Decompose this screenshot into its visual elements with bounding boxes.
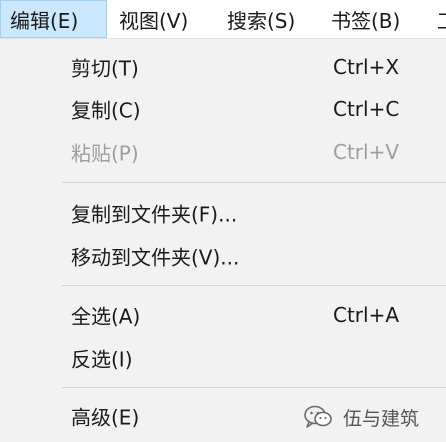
menu-separator bbox=[62, 285, 446, 286]
watermark-text: 伍与建筑 bbox=[343, 407, 420, 430]
menu-item-move-to-folder[interactable]: 移动到文件夹(V)... bbox=[0, 235, 446, 277]
menu-edit[interactable]: 编辑(E) bbox=[0, 0, 107, 38]
menu-item-label: 反选(I) bbox=[71, 347, 133, 372]
menu-view[interactable]: 视图(V) bbox=[107, 0, 215, 38]
menu-item-invert-selection[interactable]: 反选(I) bbox=[0, 337, 446, 379]
menu-item-label: 复制到文件夹(F)... bbox=[71, 202, 238, 227]
menu-item-label: 移动到文件夹(V)... bbox=[71, 245, 240, 270]
menu-item-copy-to-folder[interactable]: 复制到文件夹(F)... bbox=[0, 192, 446, 234]
menu-item-label: 剪切(T) bbox=[71, 56, 139, 81]
edit-dropdown-menu: 剪切(T) Ctrl+X 复制(C) Ctrl+C 粘贴(P) Ctrl+V 复… bbox=[0, 38, 446, 442]
menu-tools[interactable]: 工 bbox=[425, 0, 446, 38]
menu-separator bbox=[62, 182, 446, 183]
menu-item-shortcut: Ctrl+V bbox=[333, 140, 400, 164]
wechat-icon bbox=[304, 405, 332, 428]
menu-item-copy[interactable]: 复制(C) Ctrl+C bbox=[0, 88, 446, 130]
menu-item-shortcut: Ctrl+A bbox=[333, 303, 400, 327]
menu-item-cut[interactable]: 剪切(T) Ctrl+X bbox=[0, 46, 446, 88]
menu-item-paste: 粘贴(P) Ctrl+V bbox=[0, 131, 446, 173]
menu-item-label: 粘贴(P) bbox=[71, 141, 139, 166]
menu-item-label: 全选(A) bbox=[71, 304, 141, 329]
menu-bar: 编辑(E) 视图(V) 搜索(S) 书签(B) 工 bbox=[0, 0, 446, 38]
menu-item-label: 复制(C) bbox=[71, 98, 141, 123]
menu-separator bbox=[62, 387, 446, 388]
menu-bookmarks[interactable]: 书签(B) bbox=[317, 0, 425, 38]
menu-item-label: 高级(E) bbox=[71, 405, 140, 430]
menu-item-select-all[interactable]: 全选(A) Ctrl+A bbox=[0, 294, 446, 336]
menu-item-shortcut: Ctrl+X bbox=[333, 55, 400, 79]
watermark: 伍与建筑 bbox=[303, 397, 419, 437]
menu-item-shortcut: Ctrl+C bbox=[333, 97, 400, 121]
menu-search[interactable]: 搜索(S) bbox=[215, 0, 317, 38]
